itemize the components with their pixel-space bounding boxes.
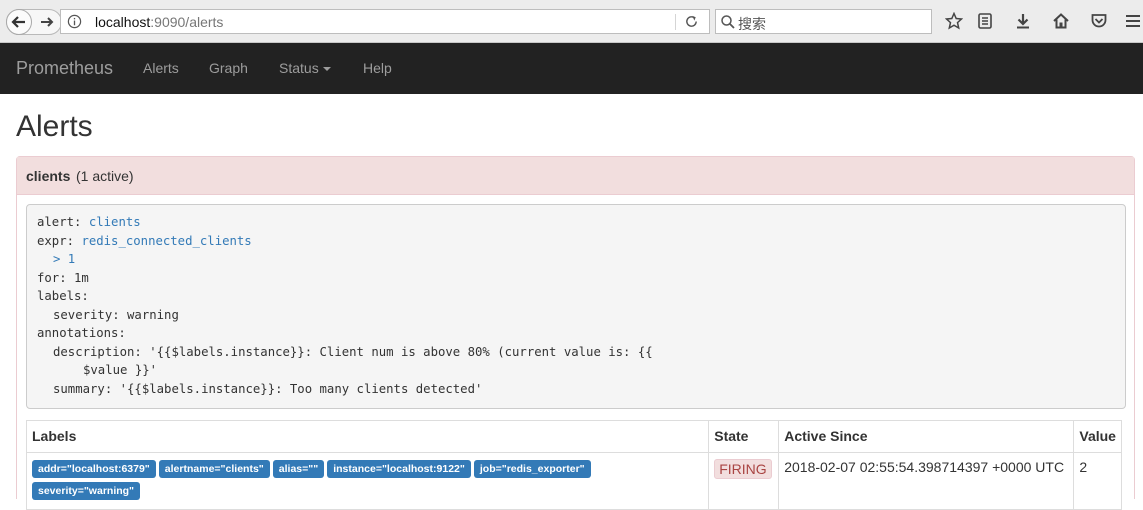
active-since-cell: 2018-02-07 02:55:54.398714397 +0000 UTC xyxy=(778,452,1075,510)
rule-expr-key: expr: xyxy=(37,233,75,248)
labels-cell: addr="localhost:6379" alertname="clients"… xyxy=(25,452,710,510)
reload-icon[interactable] xyxy=(684,14,699,29)
label-badge: severity="warning" xyxy=(32,482,141,500)
label-badge: instance="localhost:9122" xyxy=(327,460,471,478)
rule-expr-link[interactable]: redis_connected_clients xyxy=(81,234,251,248)
state-badge: FIRING xyxy=(714,459,772,479)
alert-panel: clients (1 active) alert: clients expr: … xyxy=(16,156,1135,510)
alert-active-count: (1 active) xyxy=(76,168,134,184)
label-badge: alertname="clients" xyxy=(158,460,270,478)
download-icon[interactable] xyxy=(1014,12,1032,30)
nav-link-alerts[interactable]: Alerts xyxy=(143,60,179,76)
rule-alert-line: alert: clients xyxy=(37,215,141,229)
column-header-active-since: Active Since xyxy=(778,420,1075,453)
nav-link-graph[interactable]: Graph xyxy=(209,60,248,76)
search-input[interactable]: 搜索 xyxy=(738,14,766,34)
rule-labels-key: labels: xyxy=(37,289,89,303)
column-header-labels: Labels xyxy=(25,420,710,453)
back-button[interactable] xyxy=(6,9,32,35)
table-header-row: Labels State Active Since Value xyxy=(25,420,1122,453)
rule-annotations-key: annotations: xyxy=(37,326,126,340)
rule-summary-line: summary: '{{$labels.instance}}: Too many… xyxy=(53,381,483,396)
url-host: localhost xyxy=(95,14,151,30)
rule-alert-key: alert: xyxy=(37,215,82,229)
page-title: Alerts xyxy=(16,110,93,143)
column-header-state: State xyxy=(708,420,780,453)
rule-severity-line: severity: warning xyxy=(53,307,179,322)
navigation-buttons xyxy=(6,9,62,35)
forward-icon xyxy=(41,17,54,27)
column-header-value: Value xyxy=(1073,420,1122,453)
search-bar[interactable]: 搜索 xyxy=(715,9,932,34)
pocket-icon[interactable] xyxy=(1090,12,1108,30)
label-badge: alias="" xyxy=(272,460,325,478)
rule-description-continuation: $value }}' xyxy=(83,363,158,377)
rule-expr-line: expr: redis_connected_clients xyxy=(37,234,252,248)
url-bar[interactable]: localhost:9090/alerts xyxy=(60,9,710,34)
chevron-down-icon xyxy=(322,67,331,72)
label-badge: addr="localhost:6379" xyxy=(32,460,156,478)
url-path: :9090/alerts xyxy=(150,14,224,30)
label-badge: job="redis_exporter" xyxy=(473,460,591,478)
table-row: addr="localhost:6379" alertname="clients"… xyxy=(25,452,1122,510)
alert-name: clients xyxy=(26,168,71,184)
forward-button[interactable] xyxy=(39,14,55,30)
nav-link-status[interactable]: Status xyxy=(279,60,331,76)
url-text[interactable]: localhost:9090/alerts xyxy=(95,14,223,30)
info-icon[interactable] xyxy=(67,14,82,29)
reading-list-icon[interactable] xyxy=(976,12,994,30)
url-separator xyxy=(675,14,676,30)
alert-rule-definition: alert: clients expr: redis_connected_cli… xyxy=(26,204,1126,409)
rule-expr-continuation[interactable]: > 1 xyxy=(53,252,75,266)
alert-panel-header[interactable]: clients (1 active) xyxy=(17,157,1134,195)
rule-alert-link[interactable]: clients xyxy=(89,215,141,229)
rule-description-line: description: '{{$labels.instance}}: Clie… xyxy=(53,344,653,359)
navbar: Prometheus Alerts Graph Status Help xyxy=(0,43,1143,94)
back-icon xyxy=(11,16,25,28)
state-cell: FIRING xyxy=(708,452,780,510)
value-cell: 2 xyxy=(1073,452,1122,510)
rule-for-line: for: 1m xyxy=(37,270,89,285)
home-icon[interactable] xyxy=(1052,12,1070,30)
active-alerts-table: Labels State Active Since Value addr="lo… xyxy=(25,420,1122,510)
nav-link-help[interactable]: Help xyxy=(363,60,392,76)
search-icon xyxy=(721,15,735,29)
menu-icon[interactable] xyxy=(1124,12,1142,30)
nav-link-status-label: Status xyxy=(279,60,319,76)
browser-toolbar: localhost:9090/alerts 搜索 xyxy=(0,0,1143,43)
brand-link[interactable]: Prometheus xyxy=(16,58,113,79)
bookmark-star-icon[interactable] xyxy=(945,12,963,30)
